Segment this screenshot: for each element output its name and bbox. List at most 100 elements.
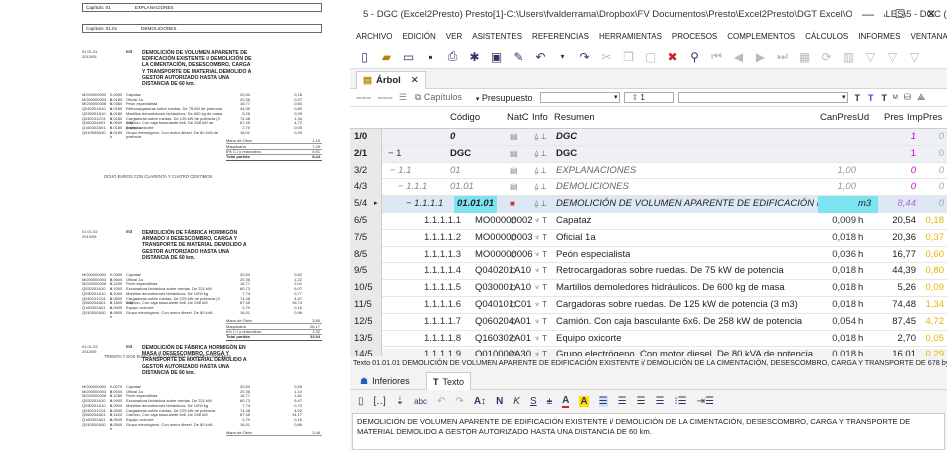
row-imppres[interactable]: 0 (916, 196, 944, 213)
row-pres[interactable]: 1 (878, 129, 916, 146)
tree-row[interactable]: 1/0 0 ▤ ⍙ ⊥ DGC 1 0 (350, 129, 947, 146)
filter-icon[interactable]: ▽ (864, 50, 877, 64)
tab-texto[interactable]: T Texto (426, 372, 472, 390)
row-summary[interactable]: Equipo oxicorte (556, 331, 621, 348)
col-canpres[interactable]: CanPres (820, 112, 857, 123)
tree-row[interactable]: 4/3 − 1.1.1 01.01 ▤ ⍙ ⊥ DEMOLICIONES 1,00 0 0 (350, 179, 947, 197)
row-pres[interactable]: 5,26 (878, 280, 917, 297)
text-T-icon[interactable]: T (854, 93, 860, 103)
sync-icon[interactable]: ⟳ (820, 50, 833, 64)
first-icon[interactable]: ⏮ (710, 49, 723, 64)
row-pres[interactable]: 87,45 (878, 314, 916, 331)
col-pres[interactable]: Pres (884, 112, 904, 123)
row-pres[interactable]: 8,44 (878, 196, 917, 213)
row-ud[interactable]: h (858, 247, 863, 264)
row-ud[interactable]: h (858, 280, 863, 297)
tree-row[interactable]: 2/1 − 1 DGC ▤ ⍙ ⊥ DGC 1 0 (350, 145, 947, 163)
row-code[interactable]: Q040101C01 (475, 297, 532, 314)
row-code[interactable]: Q040201A10 (475, 263, 531, 280)
tab-inferiores[interactable]: ☗ Inferiores (354, 372, 416, 390)
row-ud[interactable]: h (858, 230, 863, 247)
row-summary[interactable]: DEMOLICIONES (556, 179, 629, 196)
outline-index[interactable]: 1.1.1.1.2 (424, 230, 461, 247)
col-natc[interactable]: NatC (507, 112, 529, 123)
bold-icon[interactable]: N (496, 396, 503, 407)
row-code[interactable]: 01.01 (450, 179, 474, 196)
row-pres[interactable]: 0 (878, 163, 916, 180)
tree-levels-icon[interactable]: ☰ (399, 92, 407, 103)
save-icon[interactable]: ▪ (424, 50, 437, 64)
tree-collapse-icon[interactable]: ⩶ (377, 92, 392, 103)
tree-row[interactable]: 6/5 1.1.1.1.1 MO00000002 ⛭ ♆ T Capataz 0,009 h 2… (350, 213, 947, 230)
row-code[interactable]: Q060204A01 (475, 314, 531, 331)
outline-index[interactable]: 1.1.1.1.6 (424, 297, 461, 314)
spellcheck-icon[interactable]: abc (414, 397, 427, 406)
search-combo[interactable]: ▾ (678, 92, 849, 103)
row-summary[interactable]: Oficial 1a (556, 230, 596, 247)
redo-text-icon[interactable]: ↷ (455, 396, 463, 407)
col-imppres[interactable]: ImpPres (907, 112, 942, 123)
outline-index[interactable]: − 1.1 (390, 163, 411, 180)
row-pres[interactable]: 2,70 (878, 331, 917, 348)
text-editor[interactable]: DEMOLICIÓN DE VOLUMEN APARENTE DE EDIFIC… (352, 413, 945, 450)
row-pres[interactable]: 44,39 (878, 263, 916, 280)
redo-icon[interactable]: ↷ (578, 50, 591, 64)
row-ud[interactable]: h (858, 263, 863, 280)
row-imppres[interactable]: 0,37 (916, 230, 945, 247)
row-code[interactable]: Q030001A10 (475, 280, 531, 297)
connect-icon[interactable]: ✎ (512, 50, 525, 64)
row-code[interactable]: Q160302A01 (475, 331, 531, 348)
row-code[interactable]: 0 (450, 129, 455, 146)
strike-icon[interactable]: ± (547, 396, 553, 407)
open-recent-icon[interactable]: ▭ (402, 50, 415, 64)
menu-archivo[interactable]: ARCHIVO (356, 32, 392, 41)
menu-complementos[interactable]: COMPLEMENTOS (727, 32, 795, 41)
tab-arbol[interactable]: ▤ Árbol ✕ (356, 71, 426, 89)
hierarchy-icon[interactable]: ⟁ (917, 92, 925, 103)
open-folder-icon[interactable]: ▰ (380, 50, 393, 64)
search-icon[interactable]: ⚲ (688, 50, 701, 64)
row-ud[interactable]: h (858, 213, 863, 230)
font-size-icon[interactable]: A↕ (474, 396, 486, 407)
row-canpres[interactable]: 0,018 (812, 297, 856, 314)
outline-index[interactable]: 1.1.1.1.3 (424, 247, 461, 264)
indent-icon[interactable]: ⇥☰ (697, 396, 714, 407)
print-icon[interactable]: ⎙ (446, 49, 459, 64)
outline-index[interactable]: 1.1.1.1.4 (424, 263, 461, 280)
filter-combo[interactable]: ▾ (540, 92, 621, 103)
level-spinner[interactable]: ⇕ 1 (624, 92, 675, 103)
copy-icon[interactable]: ❐ (622, 50, 635, 64)
align-left-icon[interactable]: ☰ (598, 395, 608, 407)
outline-index[interactable]: − 1 (388, 146, 401, 163)
capitulos-select[interactable]: ⧉ Capítulos (415, 92, 462, 103)
tree-row[interactable]: 9/5 1.1.1.1.4 Q040201A10 ⛭ ♆ T Retrocargadora… (350, 263, 947, 281)
grid-icon[interactable]: ▦ (798, 50, 811, 64)
next-icon[interactable]: ▶ (754, 50, 767, 64)
row-code[interactable]: MO00000003 (475, 230, 533, 247)
col-info[interactable]: Info (532, 112, 548, 123)
underline-icon[interactable]: S (530, 396, 537, 407)
col-ud[interactable]: Ud (857, 112, 869, 123)
row-summary[interactable]: Camión. Con caja basculante 6x6. De 258 … (556, 314, 802, 331)
undo-text-icon[interactable]: ↶ (437, 396, 445, 407)
row-imppres[interactable]: 1,34 (916, 297, 945, 314)
tree-row[interactable]: 8/5 1.1.1.1.3 MO00000006 ⛭ ♆ T Peón especiali… (350, 246, 947, 264)
row-summary[interactable]: EXPLANACIONES (556, 163, 636, 180)
row-imppres[interactable]: 0,80 (916, 263, 945, 280)
row-imppres[interactable]: 0 (916, 179, 944, 196)
row-imppres[interactable]: 0,60 (916, 247, 945, 264)
filter2-icon[interactable]: ▽ (886, 50, 899, 64)
menu-herramientas[interactable]: HERRAMIENTAS (599, 32, 662, 41)
italic-icon[interactable]: K (513, 396, 520, 407)
tree-row[interactable]: 3/2 − 1.1 01 ▤ ⍙ ⊥ EXPLANACIONES 1,00 0 0 (350, 162, 947, 180)
presupuesto-select[interactable]: ▾ Presupuesto (476, 93, 533, 103)
row-canpres[interactable]: 0,018 (812, 263, 856, 280)
chart-icon[interactable]: ▥ (842, 50, 855, 64)
tree-row[interactable]: 5/4 ▸ − 1.1.1.1 01.01.01 ■ ⍙ ⊥ DEMOLICIÓN DE V… (350, 196, 947, 213)
row-imppres[interactable]: 0,05 (916, 331, 945, 348)
menu-asistentes[interactable]: ASISTENTES (472, 32, 522, 41)
cut-icon[interactable]: ✂ (600, 50, 613, 64)
list-icon[interactable]: ⁝☰ (674, 396, 686, 407)
row-ud[interactable]: h (858, 314, 863, 331)
menu-ventana[interactable]: VENTANA (911, 32, 947, 41)
